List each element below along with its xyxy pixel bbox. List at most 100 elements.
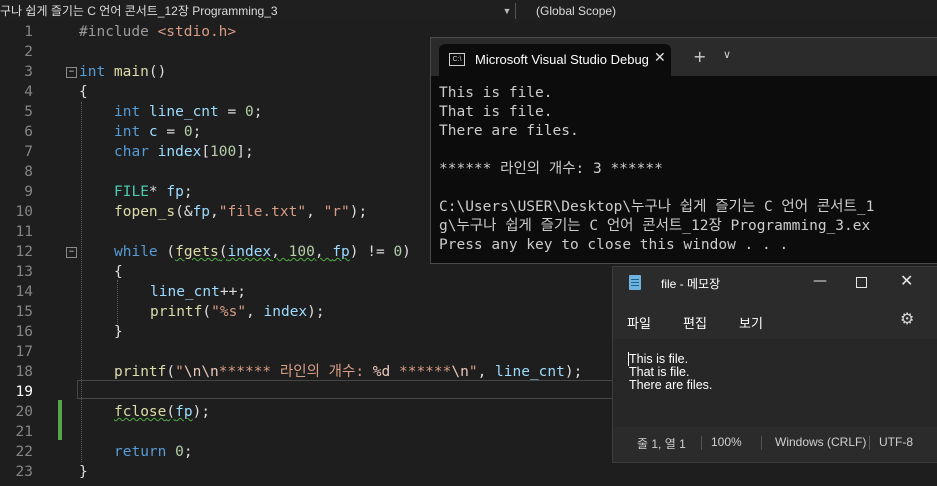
- punctuation-token: ,: [271, 244, 289, 260]
- line-number: 8: [24, 164, 33, 180]
- string-token: ******: [390, 364, 452, 380]
- variable-token: fp: [175, 404, 193, 420]
- code-line[interactable]: FILE* fp;: [114, 182, 193, 202]
- close-icon[interactable]: ✕: [900, 271, 913, 290]
- number-token: 0: [244, 104, 254, 120]
- punctuation-token: (: [157, 244, 176, 260]
- preprocessor-token: #include: [79, 24, 158, 40]
- notepad-text-area[interactable]: This is file. That is file. There are fi…: [613, 339, 937, 427]
- maximize-icon[interactable]: [856, 277, 867, 288]
- menu-view[interactable]: 보기: [739, 313, 763, 332]
- line-number: 10: [15, 204, 33, 220]
- code-line[interactable]: char index[100];: [114, 142, 254, 162]
- punctuation-token: ;: [192, 124, 202, 140]
- code-line[interactable]: while (fgets(index, 100, fp) != 0): [114, 242, 411, 262]
- notepad-title: file - 메모장: [661, 277, 721, 291]
- format-token: %d: [372, 364, 391, 380]
- function-token: main: [105, 64, 149, 80]
- fold-toggle-icon[interactable]: −: [66, 247, 77, 258]
- line-number: 11: [15, 224, 33, 240]
- menu-edit[interactable]: 편집: [683, 313, 707, 332]
- scope-dropdown[interactable]: (Global Scope): [536, 0, 616, 22]
- close-icon[interactable]: ✕: [654, 50, 666, 66]
- divider: [701, 436, 702, 450]
- punctuation-token: ): [402, 244, 411, 260]
- navigation-bar: 구나 쉽게 즐기는 C 언어 콘서트_12장 Programming_3 ▼ (…: [0, 0, 937, 23]
- project-dropdown-label: 구나 쉽게 즐기는 C 언어 콘서트_12장 Programming_3: [0, 4, 278, 18]
- code-line[interactable]: fclose(fp);: [114, 402, 210, 422]
- punctuation-token: );: [564, 364, 583, 380]
- punctuation-token: (: [166, 364, 176, 380]
- number-token: 0: [393, 244, 403, 260]
- function-token: printf: [150, 304, 203, 320]
- function-token: fgets: [175, 244, 219, 260]
- punctuation-token: (: [202, 304, 212, 320]
- dropdown-arrow-icon[interactable]: ▼: [500, 0, 514, 22]
- number-token: 100: [210, 144, 237, 160]
- console-line: Press any key to close this window . . .: [439, 237, 789, 253]
- punctuation-token: ,: [210, 204, 219, 220]
- console-tab-title: Microsoft Visual Studio Debug: [475, 52, 649, 67]
- code-line[interactable]: }: [114, 322, 123, 342]
- header-token: <stdio.h>: [157, 24, 237, 40]
- code-line[interactable]: {: [79, 82, 88, 102]
- variable-token: fp: [192, 204, 211, 220]
- line-number: 13: [15, 264, 33, 280]
- code-line[interactable]: printf("\n\n****** 라인의 개수: %d ******\n",…: [114, 362, 582, 382]
- new-tab-icon[interactable]: +: [693, 47, 706, 66]
- type-token: FILE: [114, 184, 149, 200]
- code-line[interactable]: }: [79, 462, 88, 482]
- minimize-icon[interactable]: —: [813, 273, 827, 289]
- line-number: 2: [24, 44, 33, 60]
- console-tab[interactable]: C:\ Microsoft Visual Studio Debug ✕: [439, 44, 671, 76]
- line-ending: Windows (CRLF): [775, 435, 867, 449]
- gear-icon[interactable]: ⚙: [900, 309, 914, 328]
- notepad-menu-bar: 파일 편집 보기 ⚙: [613, 309, 937, 333]
- menu-file[interactable]: 파일: [627, 313, 651, 332]
- fold-toggle-icon[interactable]: −: [66, 67, 77, 78]
- punctuation-token: );: [349, 204, 368, 220]
- keyword-token: int: [79, 64, 106, 80]
- warning-squiggle[interactable]: fgets(index, 100, fp: [175, 244, 350, 260]
- divider: [869, 436, 870, 450]
- variable-token: fp: [166, 184, 184, 200]
- punctuation-token: (&: [175, 204, 193, 220]
- variable-token: fp: [332, 244, 350, 260]
- code-line[interactable]: return 0;: [114, 442, 193, 462]
- string-token: ": [468, 364, 478, 380]
- chevron-down-icon[interactable]: ∨: [723, 48, 731, 61]
- escape-token: \n\n: [183, 364, 219, 380]
- line-number: 23: [15, 464, 33, 480]
- line-number: 15: [15, 304, 33, 320]
- string-token: ": [175, 364, 184, 380]
- project-dropdown[interactable]: 구나 쉽게 즐기는 C 언어 콘서트_12장 Programming_3: [0, 0, 512, 22]
- code-line[interactable]: line_cnt++;: [150, 282, 246, 302]
- notepad-status-bar: 줄 1, 열 1 100% Windows (CRLF) UTF-8: [613, 429, 937, 459]
- brace-token: {: [79, 84, 88, 100]
- warning-squiggle[interactable]: fclose(fp: [114, 404, 193, 420]
- code-line[interactable]: int line_cnt = 0;: [114, 102, 262, 122]
- line-number: 9: [24, 184, 33, 200]
- variable-token: index: [148, 144, 202, 160]
- function-token: printf: [114, 364, 167, 380]
- code-line[interactable]: int c = 0;: [114, 122, 201, 142]
- code-line[interactable]: printf("%s", index);: [150, 302, 325, 322]
- keyword-token: while: [114, 244, 158, 260]
- punctuation-token: ];: [236, 144, 254, 160]
- string-token: "file.txt": [218, 204, 307, 220]
- debug-console-window[interactable]: C:\ Microsoft Visual Studio Debug ✕ + ∨ …: [430, 37, 937, 264]
- code-line[interactable]: int main(): [79, 62, 166, 82]
- code-line[interactable]: {: [114, 262, 123, 282]
- line-number: 21: [15, 424, 33, 440]
- notepad-window[interactable]: file - 메모장 — ✕ 파일 편집 보기 ⚙ This is file. …: [612, 266, 937, 463]
- zoom-level: 100%: [711, 435, 742, 449]
- notepad-content: This is file. That is file. There are fi…: [629, 352, 713, 392]
- line-number: 5: [24, 104, 33, 120]
- code-line[interactable]: fopen_s(&fp,"file.txt", "r");: [114, 202, 367, 222]
- console-line: That is file.: [439, 104, 553, 120]
- punctuation-token: ,: [306, 204, 324, 220]
- punctuation-token: (: [166, 404, 176, 420]
- notepad-title-bar[interactable]: file - 메모장 — ✕: [613, 267, 937, 299]
- code-line[interactable]: #include <stdio.h>: [79, 22, 236, 42]
